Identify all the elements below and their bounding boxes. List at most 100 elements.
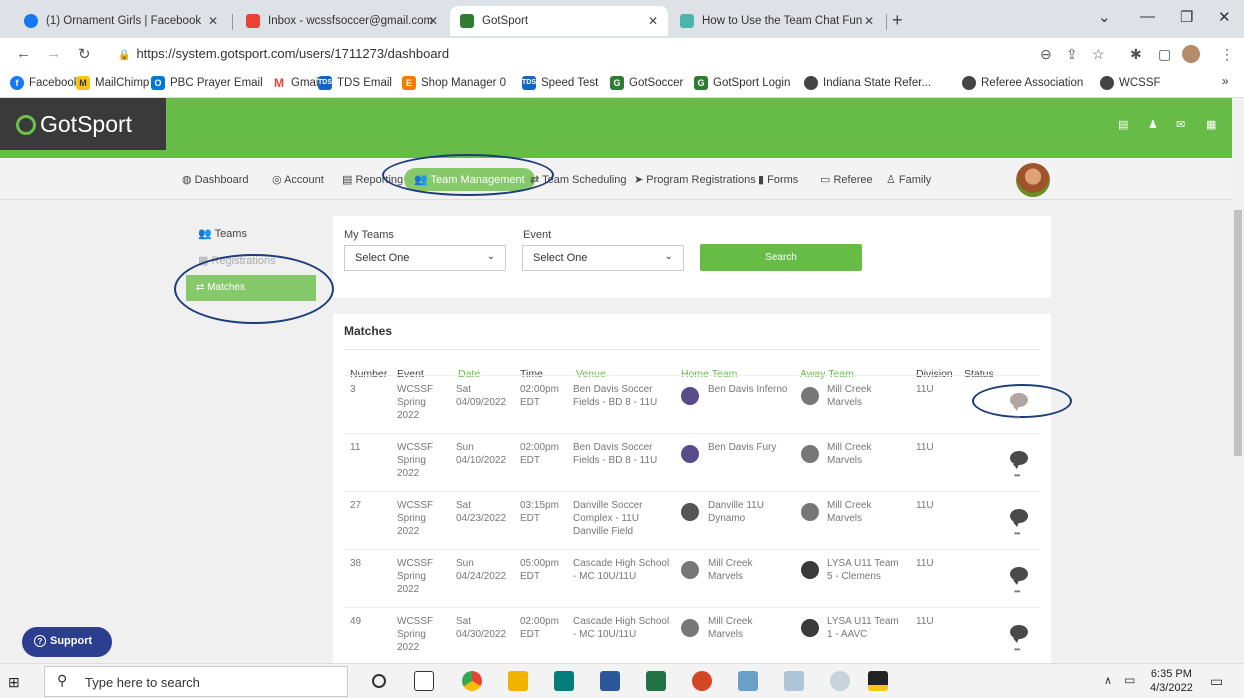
- tab-how-to[interactable]: How to Use the Team Chat Functi ✕: [670, 6, 884, 36]
- app-icon[interactable]: [784, 671, 804, 691]
- more-options-icon[interactable]: •••: [1014, 587, 1020, 596]
- bookmark-gotsport-login[interactable]: G GotSport Login: [694, 76, 790, 90]
- more-bookmarks-icon[interactable]: »: [1222, 76, 1228, 88]
- sidebar-item-teams[interactable]: 👥 Teams: [198, 227, 247, 240]
- support-button[interactable]: ? Support: [22, 627, 112, 657]
- tab-gotsport[interactable]: GotSport ✕: [450, 6, 668, 36]
- task-view-icon[interactable]: [414, 671, 434, 691]
- share-icon[interactable]: ⇪: [1066, 46, 1078, 63]
- notifications-icon[interactable]: ▭: [1210, 673, 1223, 690]
- bookmark-shop-manager[interactable]: E Shop Manager 0: [402, 76, 506, 90]
- team-chat-icon[interactable]: [1010, 393, 1028, 411]
- menu-icon[interactable]: ⋮: [1220, 46, 1234, 63]
- file-explorer-icon[interactable]: [508, 671, 528, 691]
- bookmark-speed-test[interactable]: TDS Speed Test: [522, 76, 598, 90]
- magnifier-icon[interactable]: [830, 671, 850, 691]
- new-tab-icon[interactable]: +: [892, 10, 903, 31]
- scrollbar-thumb[interactable]: [1234, 210, 1242, 456]
- match-venue[interactable]: Cascade High School - MC 10U/11U: [573, 557, 669, 583]
- clock[interactable]: 6:35 PM 4/3/2022: [1150, 667, 1193, 695]
- home-team[interactable]: Ben Davis Inferno: [708, 383, 788, 396]
- restore-icon[interactable]: ❐: [1180, 8, 1193, 26]
- team-chat-icon[interactable]: [1010, 625, 1028, 643]
- url-field[interactable]: 🔒 https://system.gotsport.com/users/17112…: [118, 46, 449, 61]
- home-team[interactable]: Mill Creek Marvels: [708, 557, 752, 583]
- close-icon[interactable]: ✕: [648, 14, 658, 28]
- bookmark-wcssf[interactable]: WCSSF: [1100, 76, 1161, 90]
- home-team[interactable]: Danville 11U Dynamo: [708, 499, 764, 525]
- star-icon[interactable]: ☆: [1092, 46, 1105, 63]
- calculator-icon[interactable]: [738, 671, 758, 691]
- back-icon[interactable]: ←: [16, 45, 31, 62]
- away-team[interactable]: Mill Creek Marvels: [827, 499, 871, 525]
- away-team[interactable]: Mill Creek Marvels: [827, 441, 871, 467]
- nav-family[interactable]: ♙ Family: [886, 173, 931, 186]
- away-team[interactable]: LYSA U11 Team 1 - AAVC: [827, 615, 899, 641]
- nav-forms[interactable]: ▮ Forms: [758, 173, 798, 186]
- more-options-icon[interactable]: •••: [1014, 529, 1020, 538]
- windows-start-icon[interactable]: ⊞: [8, 674, 20, 691]
- list-icon[interactable]: ▤: [1118, 118, 1128, 131]
- match-venue[interactable]: Ben Davis Soccer Fields - BD 8 - 11U: [573, 441, 657, 467]
- away-team[interactable]: LYSA U11 Team 5 - Clemens: [827, 557, 899, 583]
- sidebar-item-matches[interactable]: ⇄ Matches: [186, 275, 316, 301]
- nav-program-registrations[interactable]: ➤ Program Registrations: [634, 173, 756, 186]
- home-team[interactable]: Ben Davis Fury: [708, 441, 776, 454]
- zoom-icon[interactable]: ⊖: [1040, 46, 1052, 63]
- sidebar-item-registrations[interactable]: ▦ Registrations: [198, 254, 276, 267]
- away-team[interactable]: Mill Creek Marvels: [827, 383, 871, 409]
- home-team[interactable]: Mill Creek Marvels: [708, 615, 752, 641]
- more-options-icon[interactable]: •••: [1014, 413, 1020, 422]
- bookmark-gotsoccer[interactable]: G GotSoccer: [610, 76, 683, 90]
- minimize-icon[interactable]: —: [1140, 8, 1155, 25]
- team-chat-icon[interactable]: [1010, 509, 1028, 527]
- excel-icon[interactable]: [646, 671, 666, 691]
- tab-search-icon[interactable]: ⌄: [1098, 8, 1111, 26]
- close-icon[interactable]: ✕: [428, 14, 438, 28]
- chevron-up-icon[interactable]: ∧: [1104, 674, 1112, 687]
- close-icon[interactable]: ✕: [208, 14, 218, 28]
- more-options-icon[interactable]: •••: [1014, 645, 1020, 654]
- match-venue[interactable]: Danville Soccer Complex - 11U Danville Fie…: [573, 499, 642, 538]
- team-chat-icon[interactable]: [1010, 451, 1028, 469]
- close-icon[interactable]: ✕: [864, 14, 874, 28]
- bookmark-gmail[interactable]: M Gmail: [272, 76, 321, 90]
- team-chat-icon[interactable]: [1010, 567, 1028, 585]
- my-teams-select[interactable]: Select One ⌄: [344, 245, 506, 271]
- user-icon[interactable]: ♟: [1148, 118, 1158, 131]
- gotsport-logo[interactable]: GotSport: [0, 98, 166, 150]
- tab-gmail[interactable]: Inbox - wcssfsoccer@gmail.com ✕: [236, 6, 448, 36]
- taskbar-search[interactable]: ⚲ Type here to search: [44, 666, 348, 697]
- word-icon[interactable]: [600, 671, 620, 691]
- battery-icon[interactable]: ▭: [1124, 673, 1135, 687]
- cortana-icon[interactable]: [372, 674, 386, 688]
- bookmark-facebook[interactable]: f Facebook: [10, 76, 80, 90]
- match-venue[interactable]: Cascade High School - MC 10U/11U: [573, 615, 669, 641]
- forward-icon[interactable]: →: [46, 45, 61, 62]
- nav-reporting[interactable]: ▤ Reporting: [342, 173, 403, 186]
- bookmark-referee-association[interactable]: Referee Association: [962, 76, 1083, 90]
- nav-referee[interactable]: ▭ Referee: [820, 173, 873, 186]
- user-avatar[interactable]: [1016, 163, 1050, 197]
- nav-account[interactable]: ◎ Account: [272, 173, 324, 186]
- bookmark-mailchimp[interactable]: M MailChimp: [76, 76, 149, 90]
- mail-icon[interactable]: ✉: [1176, 118, 1185, 131]
- powerpoint-icon[interactable]: [692, 671, 712, 691]
- event-select[interactable]: Select One ⌄: [522, 245, 684, 271]
- match-venue[interactable]: Ben Davis Soccer Fields - BD 8 - 11U: [573, 383, 657, 409]
- extensions-icon[interactable]: ✱: [1130, 46, 1142, 63]
- nav-team-management[interactable]: 👥 Team Management: [404, 168, 535, 191]
- nav-dashboard[interactable]: ◍ Dashboard: [182, 173, 248, 186]
- grid-icon[interactable]: ▦: [1206, 118, 1216, 131]
- bookmark-tds-email[interactable]: TDS TDS Email: [318, 76, 392, 90]
- chrome-icon[interactable]: [462, 671, 482, 691]
- close-window-icon[interactable]: ✕: [1218, 8, 1231, 26]
- nav-team-scheduling[interactable]: ⇄ Team Scheduling: [530, 173, 626, 186]
- publisher-icon[interactable]: [554, 671, 574, 691]
- profile-icon[interactable]: [1182, 45, 1200, 63]
- search-button[interactable]: Search: [700, 244, 862, 271]
- more-options-icon[interactable]: •••: [1014, 471, 1020, 480]
- bookmark-indiana-referee[interactable]: Indiana State Refer...: [804, 76, 931, 90]
- reload-icon[interactable]: ↻: [78, 45, 91, 63]
- tab-facebook[interactable]: (1) Ornament Girls | Facebook ✕: [14, 6, 228, 36]
